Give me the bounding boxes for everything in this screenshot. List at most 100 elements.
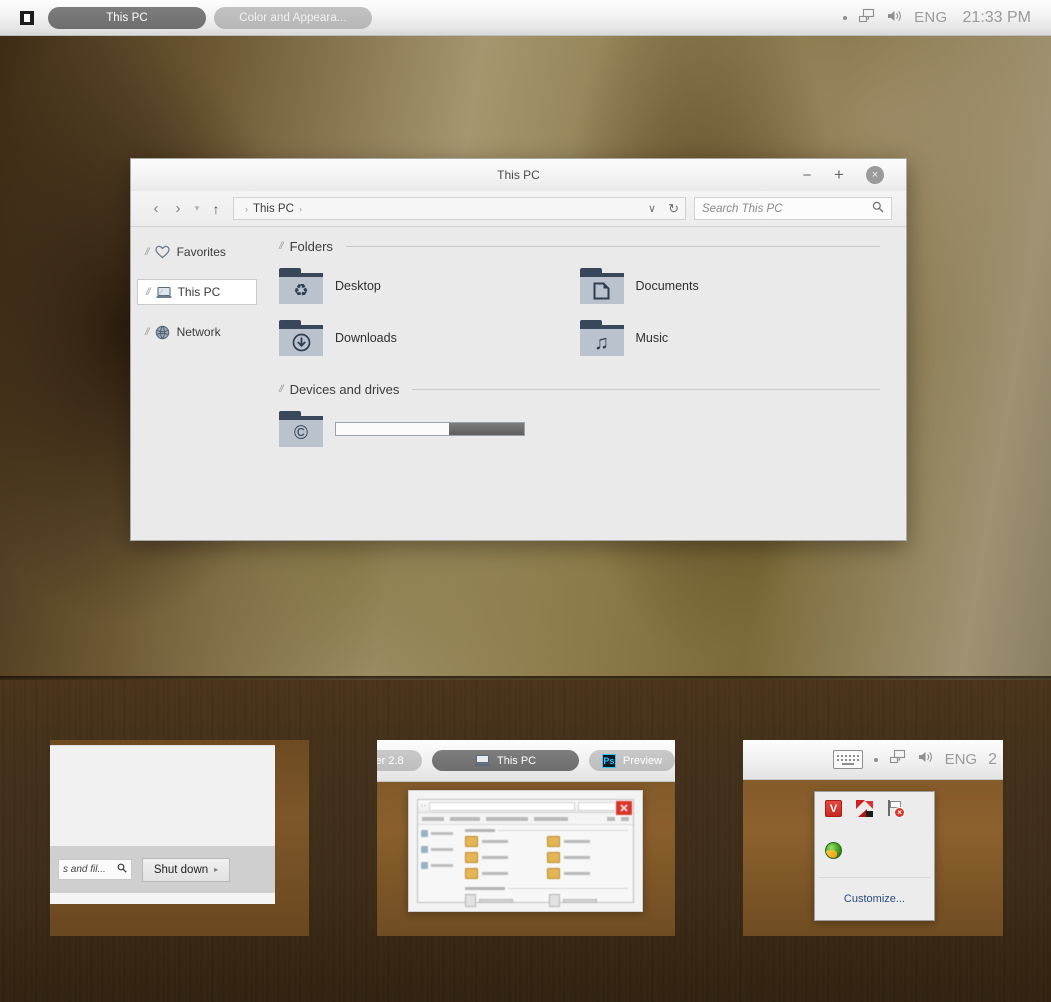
laptop-icon — [156, 284, 172, 300]
recent-locations-button[interactable]: ▾ — [189, 203, 205, 214]
thumb-taskbar-button-label: This PC — [497, 754, 537, 767]
group-divider — [412, 389, 880, 390]
tray-overflow-popup: V × Customize... — [814, 791, 935, 921]
thumb-taskbar-button-this-pc[interactable]: This PC — [432, 750, 579, 771]
close-button[interactable]: × — [862, 159, 888, 191]
idm-globe-tray-icon[interactable] — [825, 841, 842, 859]
drive-usage-fill — [448, 423, 524, 435]
vuze-tray-icon[interactable]: V — [825, 800, 842, 817]
search-icon[interactable] — [872, 201, 884, 216]
volume-icon[interactable] — [917, 749, 934, 770]
content-pane: // Folders ♻ Desktop Documents Downloads… — [265, 227, 906, 540]
drive-usage-bar — [335, 422, 525, 436]
start-menu-thumbnail[interactable]: s and fil... Shut down ▸ — [50, 740, 309, 936]
thumbnail-taskbar: wer 2.8 This PC Ps Preview — [377, 740, 675, 782]
network-icon[interactable] — [889, 749, 906, 770]
disc-folder-icon: © — [279, 411, 323, 447]
start-menu-footer — [50, 893, 275, 904]
tray-overflow-dot-icon[interactable] — [843, 15, 848, 20]
download-folder-icon — [279, 320, 323, 356]
sidebar-item-network[interactable]: // Network — [137, 319, 259, 345]
mini-explorer-sidebar — [418, 825, 460, 902]
search-placeholder: Search This PC — [702, 202, 783, 215]
search-input[interactable]: Search This PC — [694, 197, 892, 220]
group-divider — [345, 246, 880, 247]
folder-label: Music — [635, 331, 669, 345]
folder-item-desktop[interactable]: ♻ Desktop — [279, 268, 580, 304]
taskbar-button-color-and-appearance[interactable]: Color and Appeara... — [214, 6, 372, 29]
up-button[interactable]: ↑ — [205, 201, 227, 217]
shutdown-button[interactable]: Shut down ▸ — [142, 857, 230, 882]
taskbar-explorer-thumbnail[interactable]: wer 2.8 This PC Ps Preview ‹ › — [377, 740, 675, 936]
music-folder-icon: ♫ — [579, 320, 624, 356]
mini-explorer-screenshot[interactable]: ‹ › ✕ — [408, 790, 643, 912]
address-dropdown-icon[interactable]: ∨ — [648, 202, 656, 215]
minimize-button[interactable]: − — [794, 159, 820, 191]
tray-clock[interactable]: 2 — [988, 751, 997, 769]
address-bar[interactable]: › This PC › ∨ ↻ — [233, 197, 686, 220]
group-title: Folders — [289, 239, 333, 254]
thumb-taskbar-button-viewer[interactable]: wer 2.8 — [377, 750, 423, 771]
recycle-folder-icon: ♻ — [279, 268, 323, 304]
group-title: Devices and drives — [289, 382, 400, 397]
mini-explorer-close-button[interactable]: ✕ — [615, 800, 633, 816]
sidebar-item-label: Network — [176, 325, 221, 339]
tray-popup-thumbnail[interactable]: ENG 2 V × Customize... — [743, 740, 1003, 936]
sidebar-item-this-pc[interactable]: // This PC — [137, 279, 257, 305]
kaspersky-tray-icon[interactable] — [856, 800, 873, 817]
flag-error-tray-icon[interactable]: × — [887, 800, 905, 818]
forward-button[interactable]: › — [167, 200, 189, 217]
folder-item-documents[interactable]: Documents — [579, 268, 881, 304]
start-button-icon[interactable] — [20, 10, 34, 25]
tray-language[interactable]: ENG — [945, 751, 978, 768]
folder-tiles: ♻ Desktop Documents Downloads ♫ Music — [279, 268, 880, 372]
folder-label: Desktop — [335, 279, 381, 293]
tray-clock[interactable]: 21:33 PM — [963, 9, 1031, 27]
folder-item-music[interactable]: ♫ Music — [579, 320, 881, 356]
tray-overflow-dot-icon[interactable] — [873, 757, 878, 762]
volume-icon[interactable] — [886, 8, 903, 28]
back-button[interactable]: ‹ — [145, 200, 167, 217]
laptop-icon — [475, 755, 490, 766]
folder-label: Downloads — [335, 331, 397, 345]
start-menu-lower-area: s and fil... Shut down ▸ — [50, 846, 275, 893]
folder-label: Documents — [635, 279, 699, 293]
folder-item-downloads[interactable]: Downloads — [279, 320, 580, 356]
drive-item[interactable]: © — [279, 411, 880, 447]
group-header-devices-and-drives[interactable]: // Devices and drives — [279, 382, 880, 397]
group-header-folders[interactable]: // Folders — [279, 239, 880, 254]
globe-icon — [155, 324, 171, 340]
window-body: // Favorites // This PC // Network // Fo… — [131, 227, 906, 540]
breadcrumb-separator-right[interactable]: › — [294, 204, 307, 214]
keyboard-icon[interactable] — [832, 750, 863, 769]
network-icon[interactable] — [858, 8, 875, 28]
document-folder-icon — [579, 268, 624, 304]
start-menu-upper-area — [50, 746, 275, 846]
photoshop-icon: Ps — [601, 753, 616, 768]
maximize-button[interactable]: + — [826, 159, 852, 191]
thumb-taskbar-button-preview[interactable]: Ps Preview — [588, 750, 675, 771]
breadcrumb-this-pc[interactable]: This PC — [253, 203, 294, 215]
sidebar-item-label: Favorites — [176, 245, 226, 259]
minimize-icon: − — [802, 166, 812, 184]
sidebar-expander-icon[interactable]: // — [145, 247, 149, 258]
search-icon[interactable] — [117, 863, 127, 876]
taskbar-button-this-pc[interactable]: This PC — [48, 6, 206, 29]
tray-language[interactable]: ENG — [914, 9, 947, 26]
group-expander-icon[interactable]: // — [279, 241, 283, 252]
taskbar-button-label: This PC — [106, 11, 148, 24]
customize-link[interactable]: Customize... — [815, 878, 934, 920]
sidebar-expander-icon[interactable]: // — [145, 327, 149, 338]
maximize-icon: + — [834, 165, 844, 184]
start-search-input[interactable]: s and fil... — [58, 859, 132, 880]
start-search-value: s and fil... — [63, 864, 106, 875]
window-title-bar[interactable]: This PC − + × — [131, 159, 906, 191]
sidebar-expander-icon[interactable]: // — [146, 287, 150, 298]
sidebar-item-favorites[interactable]: // Favorites — [137, 239, 259, 265]
refresh-icon[interactable]: ↻ — [668, 201, 679, 217]
group-expander-icon[interactable]: // — [279, 384, 283, 395]
start-menu-fragment: s and fil... Shut down ▸ — [50, 745, 275, 904]
chevron-right-icon[interactable]: ▸ — [214, 865, 218, 874]
breadcrumb-separator-left: › — [245, 203, 248, 214]
thumb-taskbar-button-label: wer 2.8 — [377, 754, 404, 767]
